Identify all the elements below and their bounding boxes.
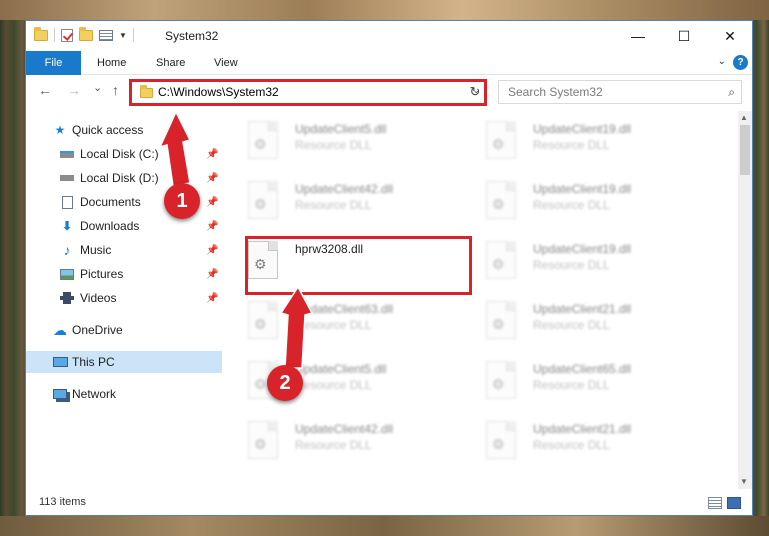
step-2-badge: 2 (267, 365, 303, 401)
arrow-1-icon (158, 110, 192, 187)
arrow-2-icon (279, 285, 314, 369)
annotation-arrows (158, 110, 314, 369)
step-1-badge: 1 (164, 183, 200, 219)
